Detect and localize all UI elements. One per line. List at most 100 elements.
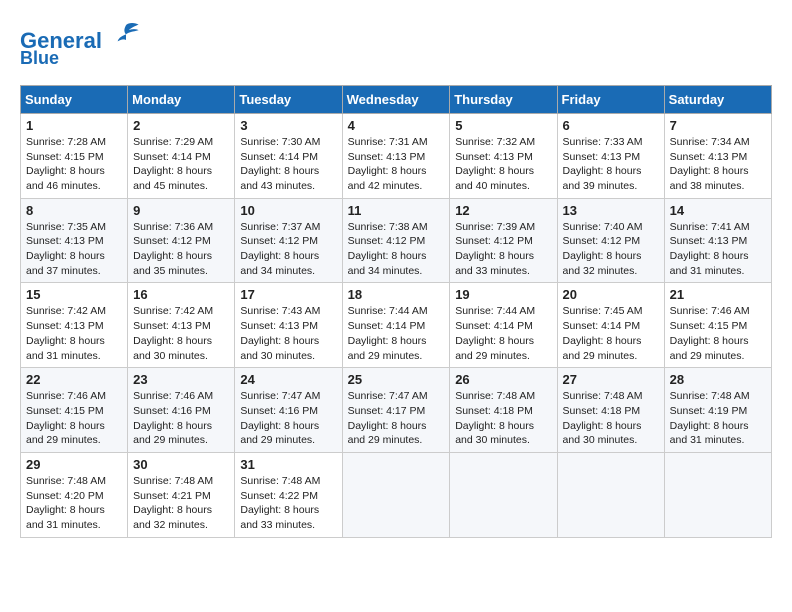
day-number-4: 4 (348, 118, 445, 133)
day-number-7: 7 (670, 118, 766, 133)
calendar-cell: 15Sunrise: 7:42 AMSunset: 4:13 PMDayligh… (21, 283, 128, 368)
calendar-cell: 11 Sunrise: 7:38 AMSunset: 4:12 PMDayligh… (342, 198, 450, 283)
calendar-cell: 8Sunrise: 7:35 AMSunset: 4:13 PMDaylight… (21, 198, 128, 283)
calendar-cell: 13 Sunrise: 7:40 AMSunset: 4:12 PMDayligh… (557, 198, 664, 283)
calendar-cell: 25Sunrise: 7:47 AMSunset: 4:17 PMDayligh… (342, 368, 450, 453)
cell-info-15: Sunrise: 7:42 AMSunset: 4:13 PMDaylight:… (26, 304, 122, 363)
calendar-cell: 17 Sunrise: 7:43 AMSunset: 4:13 PMDayligh… (235, 283, 342, 368)
cell-info-3: Sunrise: 7:30 AMSunset: 4:14 PMDaylight:… (240, 135, 336, 194)
cell-info-16: Sunrise: 7:42 AMSunset: 4:13 PMDaylight:… (133, 304, 229, 363)
calendar-cell (557, 452, 664, 537)
day-number-6: 6 (563, 118, 659, 133)
calendar-cell: 24 Sunrise: 7:47 AMSunset: 4:16 PMDayligh… (235, 368, 342, 453)
calendar-cell: 2 Sunrise: 7:29 AMSunset: 4:14 PMDaylight… (128, 113, 235, 198)
calendar-cell: 18 Sunrise: 7:44 AMSunset: 4:14 PMDayligh… (342, 283, 450, 368)
cell-info-11: Sunrise: 7:38 AMSunset: 4:12 PMDaylight:… (348, 220, 445, 279)
day-number-5: 5 (455, 118, 551, 133)
day-number-14: 14 (670, 203, 766, 218)
logo-blue: Blue (20, 48, 59, 68)
col-saturday: Saturday (664, 85, 771, 113)
day-number-22: 22 (26, 372, 122, 387)
calendar-cell: 7Sunrise: 7:34 AMSunset: 4:13 PMDaylight… (664, 113, 771, 198)
calendar-cell: 16 Sunrise: 7:42 AMSunset: 4:13 PMDayligh… (128, 283, 235, 368)
cell-info-19: Sunrise: 7:44 AMSunset: 4:14 PMDaylight:… (455, 304, 551, 363)
calendar-cell: 3 Sunrise: 7:30 AMSunset: 4:14 PMDaylight… (235, 113, 342, 198)
cell-info-30: Sunrise: 7:48 AMSunset: 4:21 PMDaylight:… (133, 474, 229, 533)
cell-info-27: Sunrise: 7:48 AMSunset: 4:18 PMDaylight:… (563, 389, 659, 448)
calendar-cell: 26Sunrise: 7:48 AMSunset: 4:18 PMDayligh… (450, 368, 557, 453)
cell-info-22: Sunrise: 7:46 AMSunset: 4:15 PMDaylight:… (26, 389, 122, 448)
logo-bird-icon (112, 20, 140, 48)
calendar-cell: 6 Sunrise: 7:33 AMSunset: 4:13 PMDaylight… (557, 113, 664, 198)
col-wednesday: Wednesday (342, 85, 450, 113)
day-number-3: 3 (240, 118, 336, 133)
cell-info-14: Sunrise: 7:41 AMSunset: 4:13 PMDaylight:… (670, 220, 766, 279)
logo: General Blue (20, 20, 140, 69)
cell-info-25: Sunrise: 7:47 AMSunset: 4:17 PMDaylight:… (348, 389, 445, 448)
cell-info-18: Sunrise: 7:44 AMSunset: 4:14 PMDaylight:… (348, 304, 445, 363)
cell-info-31: Sunrise: 7:48 AMSunset: 4:22 PMDaylight:… (240, 474, 336, 533)
calendar-cell: 20 Sunrise: 7:45 AMSunset: 4:14 PMDayligh… (557, 283, 664, 368)
day-number-29: 29 (26, 457, 122, 472)
calendar-cell: 10 Sunrise: 7:37 AMSunset: 4:12 PMDayligh… (235, 198, 342, 283)
day-number-31: 31 (240, 457, 336, 472)
cell-info-24: Sunrise: 7:47 AMSunset: 4:16 PMDaylight:… (240, 389, 336, 448)
calendar-cell: 12Sunrise: 7:39 AMSunset: 4:12 PMDayligh… (450, 198, 557, 283)
day-number-2: 2 (133, 118, 229, 133)
day-number-11: 11 (348, 203, 445, 218)
cell-info-9: Sunrise: 7:36 AMSunset: 4:12 PMDaylight:… (133, 220, 229, 279)
cell-info-23: Sunrise: 7:46 AMSunset: 4:16 PMDaylight:… (133, 389, 229, 448)
day-number-1: 1 (26, 118, 122, 133)
day-number-21: 21 (670, 287, 766, 302)
calendar-cell: 4 Sunrise: 7:31 AMSunset: 4:13 PMDaylight… (342, 113, 450, 198)
cell-info-1: Sunrise: 7:28 AMSunset: 4:15 PMDaylight:… (26, 135, 122, 194)
calendar-cell: 23 Sunrise: 7:46 AMSunset: 4:16 PMDayligh… (128, 368, 235, 453)
day-number-28: 28 (670, 372, 766, 387)
day-number-20: 20 (563, 287, 659, 302)
calendar-cell: 9 Sunrise: 7:36 AMSunset: 4:12 PMDaylight… (128, 198, 235, 283)
calendar-cell: 31 Sunrise: 7:48 AMSunset: 4:22 PMDayligh… (235, 452, 342, 537)
calendar-cell: 1 Sunrise: 7:28 AMSunset: 4:15 PMDaylight… (21, 113, 128, 198)
cell-info-13: Sunrise: 7:40 AMSunset: 4:12 PMDaylight:… (563, 220, 659, 279)
calendar-cell: 14 Sunrise: 7:41 AMSunset: 4:13 PMDayligh… (664, 198, 771, 283)
day-number-13: 13 (563, 203, 659, 218)
cell-info-6: Sunrise: 7:33 AMSunset: 4:13 PMDaylight:… (563, 135, 659, 194)
day-number-30: 30 (133, 457, 229, 472)
page-header: General Blue (20, 20, 772, 69)
calendar-cell: 21Sunrise: 7:46 AMSunset: 4:15 PMDayligh… (664, 283, 771, 368)
calendar-cell: 19Sunrise: 7:44 AMSunset: 4:14 PMDayligh… (450, 283, 557, 368)
col-thursday: Thursday (450, 85, 557, 113)
calendar-cell: 30 Sunrise: 7:48 AMSunset: 4:21 PMDayligh… (128, 452, 235, 537)
col-monday: Monday (128, 85, 235, 113)
day-number-9: 9 (133, 203, 229, 218)
calendar-cell: 5 Sunrise: 7:32 AMSunset: 4:13 PMDaylight… (450, 113, 557, 198)
cell-info-26: Sunrise: 7:48 AMSunset: 4:18 PMDaylight:… (455, 389, 551, 448)
cell-info-20: Sunrise: 7:45 AMSunset: 4:14 PMDaylight:… (563, 304, 659, 363)
day-number-10: 10 (240, 203, 336, 218)
col-tuesday: Tuesday (235, 85, 342, 113)
day-number-27: 27 (563, 372, 659, 387)
cell-info-5: Sunrise: 7:32 AMSunset: 4:13 PMDaylight:… (455, 135, 551, 194)
cell-info-29: Sunrise: 7:48 AMSunset: 4:20 PMDaylight:… (26, 474, 122, 533)
calendar-cell (664, 452, 771, 537)
day-number-17: 17 (240, 287, 336, 302)
cell-info-2: Sunrise: 7:29 AMSunset: 4:14 PMDaylight:… (133, 135, 229, 194)
col-sunday: Sunday (21, 85, 128, 113)
day-number-18: 18 (348, 287, 445, 302)
cell-info-10: Sunrise: 7:37 AMSunset: 4:12 PMDaylight:… (240, 220, 336, 279)
cell-info-8: Sunrise: 7:35 AMSunset: 4:13 PMDaylight:… (26, 220, 122, 279)
calendar-table: Sunday Monday Tuesday Wednesday Thursday… (20, 85, 772, 538)
calendar-cell: 22 Sunrise: 7:46 AMSunset: 4:15 PMDayligh… (21, 368, 128, 453)
day-number-24: 24 (240, 372, 336, 387)
cell-info-12: Sunrise: 7:39 AMSunset: 4:12 PMDaylight:… (455, 220, 551, 279)
calendar-cell: 28 Sunrise: 7:48 AMSunset: 4:19 PMDayligh… (664, 368, 771, 453)
cell-info-4: Sunrise: 7:31 AMSunset: 4:13 PMDaylight:… (348, 135, 445, 194)
day-number-16: 16 (133, 287, 229, 302)
day-number-23: 23 (133, 372, 229, 387)
cell-info-17: Sunrise: 7:43 AMSunset: 4:13 PMDaylight:… (240, 304, 336, 363)
calendar-cell: 29 Sunrise: 7:48 AMSunset: 4:20 PMDayligh… (21, 452, 128, 537)
cell-info-28: Sunrise: 7:48 AMSunset: 4:19 PMDaylight:… (670, 389, 766, 448)
col-friday: Friday (557, 85, 664, 113)
calendar-cell (342, 452, 450, 537)
calendar-cell (450, 452, 557, 537)
